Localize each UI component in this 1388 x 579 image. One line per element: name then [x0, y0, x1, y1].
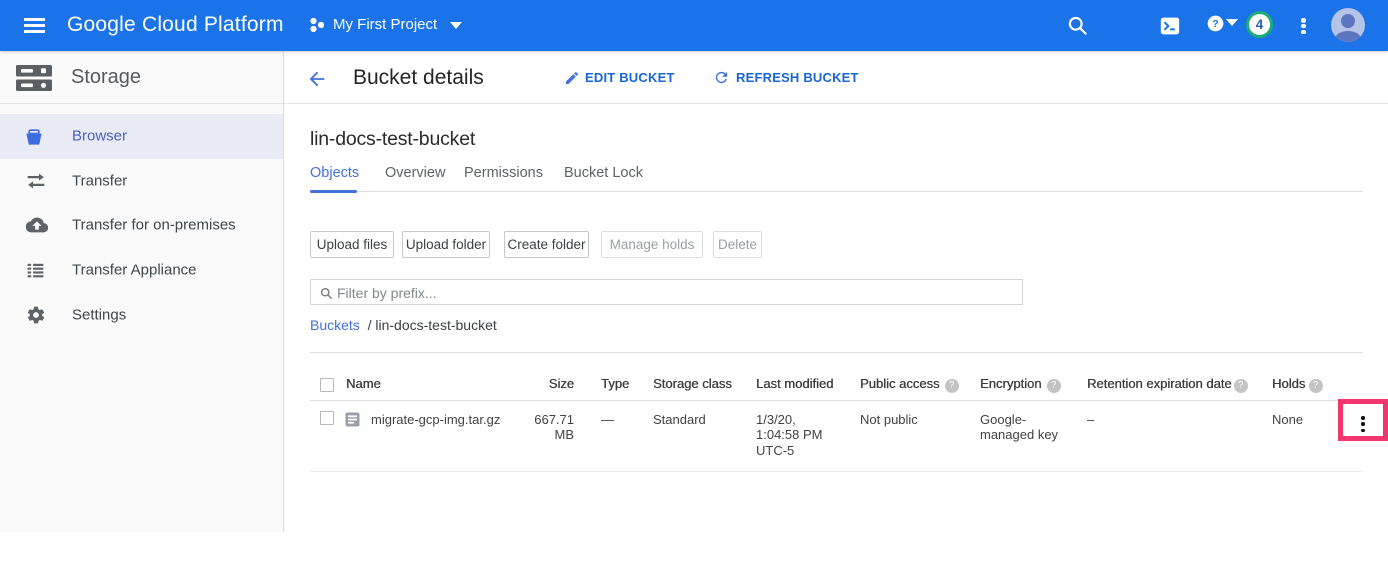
- svg-text:?: ?: [1212, 19, 1218, 30]
